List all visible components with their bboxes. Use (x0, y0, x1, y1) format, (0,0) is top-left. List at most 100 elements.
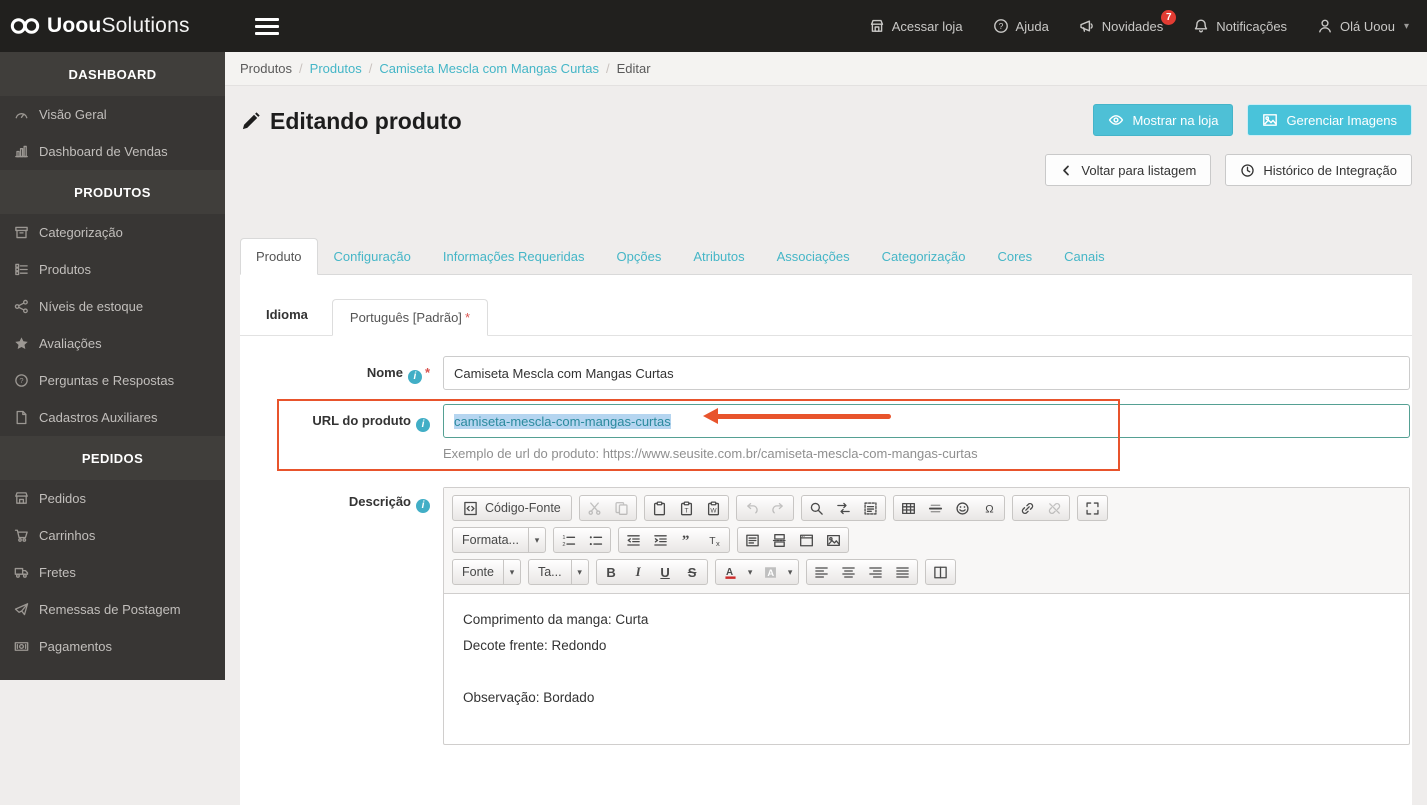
megaphone-icon (1079, 18, 1095, 34)
special-char-button[interactable]: Ω (976, 496, 1003, 520)
tab-categorizacao[interactable]: Categorização (866, 238, 982, 275)
align-right-button[interactable] (862, 560, 889, 584)
tab-informacoes-requeridas[interactable]: Informações Requeridas (427, 238, 601, 275)
smiley-button[interactable] (949, 496, 976, 520)
replace-button[interactable] (830, 496, 857, 520)
nav-news[interactable]: Novidades 7 (1079, 9, 1177, 34)
paste-text-button[interactable]: T (673, 496, 700, 520)
underline-button[interactable]: U (652, 560, 679, 584)
horizontal-rule-button[interactable] (922, 496, 949, 520)
back-to-list-button[interactable]: Voltar para listagem (1045, 154, 1212, 186)
manage-images-button[interactable]: Gerenciar Imagens (1247, 104, 1412, 136)
page-break-button[interactable] (766, 528, 793, 552)
file-icon (14, 410, 29, 425)
cut-button[interactable] (581, 496, 608, 520)
language-tabs: Idioma Português [Padrão] * (240, 275, 1412, 336)
align-left-button[interactable] (808, 560, 835, 584)
sidebar-item-remessas-postagem[interactable]: Remessas de Postagem (0, 591, 225, 628)
sidebar-item-avaliacoes[interactable]: Avaliações (0, 325, 225, 362)
copy-button[interactable] (608, 496, 635, 520)
hamburger-menu-icon[interactable] (255, 17, 279, 35)
background-color-button[interactable]: A ▾ (757, 560, 797, 584)
show-in-store-button[interactable]: Mostrar na loja (1093, 104, 1234, 136)
editor-content[interactable]: Comprimento da manga: Curta Decote frent… (444, 594, 1409, 744)
name-input[interactable] (443, 356, 1410, 390)
format-dropdown[interactable]: Formata... ▾ (452, 527, 546, 553)
sidebar-item-niveis-estoque[interactable]: Níveis de estoque (0, 288, 225, 325)
bell-icon (1193, 18, 1209, 34)
font-size-dropdown[interactable]: Ta... ▾ (527, 559, 589, 585)
align-center-button[interactable] (835, 560, 862, 584)
sidebar-item-visao-geral[interactable]: Visão Geral (0, 96, 225, 133)
nav-notifications[interactable]: Notificações (1193, 18, 1287, 34)
nav-access-store[interactable]: Acessar loja (869, 18, 963, 34)
italic-button[interactable]: I (625, 560, 652, 584)
url-label: URL do produto (312, 413, 411, 428)
align-justify-button[interactable] (889, 560, 916, 584)
breadcrumb-item[interactable]: Produtos (310, 61, 362, 76)
svg-text:W: W (710, 507, 717, 514)
paste-word-button[interactable]: W (700, 496, 727, 520)
tab-atributos[interactable]: Atributos (677, 238, 760, 275)
iframe-button[interactable] (793, 528, 820, 552)
tab-canais[interactable]: Canais (1048, 238, 1120, 275)
integration-history-button[interactable]: Histórico de Integração (1225, 154, 1412, 186)
link-button[interactable] (1014, 496, 1041, 520)
info-icon[interactable]: i (416, 498, 430, 513)
url-input[interactable]: camiseta-mescla-com-mangas-curtas (443, 404, 1410, 438)
sidebar-item-carrinhos[interactable]: Carrinhos (0, 517, 225, 554)
list-icon (14, 262, 29, 277)
find-button[interactable] (803, 496, 830, 520)
sidebar-item-produtos[interactable]: Produtos (0, 251, 225, 288)
sidebar-item-dashboard-vendas[interactable]: Dashboard de Vendas (0, 133, 225, 170)
tab-cores[interactable]: Cores (981, 238, 1048, 275)
sidebar-item-pedidos[interactable]: Pedidos (0, 480, 225, 517)
sidebar-item-cadastros-auxiliares[interactable]: Cadastros Auxiliares (0, 399, 225, 436)
question-icon: ? (14, 373, 29, 388)
sidebar-item-fretes[interactable]: Fretes (0, 554, 225, 591)
nav-user-menu[interactable]: Olá Uoou ▾ (1317, 18, 1409, 34)
svg-text:2: 2 (562, 541, 565, 547)
brand-logo[interactable]: UoouSolutions (0, 14, 225, 38)
sidebar-item-perguntas-respostas[interactable]: ? Perguntas e Respostas (0, 362, 225, 399)
blockquote-button[interactable]: ” (674, 528, 701, 552)
send-icon (14, 602, 29, 617)
description-line: Decote frente: Redondo (463, 638, 607, 653)
font-dropdown[interactable]: Fonte ▾ (452, 559, 521, 585)
paste-button[interactable] (646, 496, 673, 520)
create-div-button[interactable] (739, 528, 766, 552)
strikethrough-button[interactable]: S (679, 560, 706, 584)
insert-image-button[interactable] (820, 528, 847, 552)
bullet-list-button[interactable] (582, 528, 609, 552)
remove-format-button[interactable]: Tx (701, 528, 728, 552)
sidebar-item-pagamentos[interactable]: Pagamentos (0, 628, 225, 665)
unlink-button[interactable] (1041, 496, 1068, 520)
brand-name: UoouSolutions (47, 14, 190, 37)
select-all-button[interactable] (857, 496, 884, 520)
tab-configuracao[interactable]: Configuração (318, 238, 427, 275)
nav-help[interactable]: ? Ajuda (993, 18, 1049, 34)
redo-button[interactable] (765, 496, 792, 520)
outdent-button[interactable] (620, 528, 647, 552)
info-icon[interactable]: i (416, 417, 430, 432)
image-icon (1262, 112, 1278, 128)
indent-button[interactable] (647, 528, 674, 552)
svg-text:?: ? (998, 21, 1003, 31)
sidebar-item-categorizacao[interactable]: Categorização (0, 214, 225, 251)
show-blocks-button[interactable] (927, 560, 954, 584)
breadcrumb-item[interactable]: Camiseta Mescla com Mangas Curtas (379, 61, 599, 76)
svg-text:?: ? (19, 376, 23, 385)
tab-produto[interactable]: Produto (240, 238, 318, 275)
source-code-button[interactable]: Código-Fonte (454, 496, 570, 520)
bold-button[interactable]: B (598, 560, 625, 584)
tab-portugues-padrao[interactable]: Português [Padrão] * (331, 299, 488, 336)
table-button[interactable] (895, 496, 922, 520)
numbered-list-button[interactable]: 12 (555, 528, 582, 552)
maximize-button[interactable] (1079, 496, 1106, 520)
text-color-button[interactable]: A ▾ (717, 560, 757, 584)
required-mark: * (424, 365, 430, 380)
undo-button[interactable] (738, 496, 765, 520)
info-icon[interactable]: i (407, 369, 422, 384)
tab-opcoes[interactable]: Opções (601, 238, 678, 275)
tab-associacoes[interactable]: Associações (761, 238, 866, 275)
